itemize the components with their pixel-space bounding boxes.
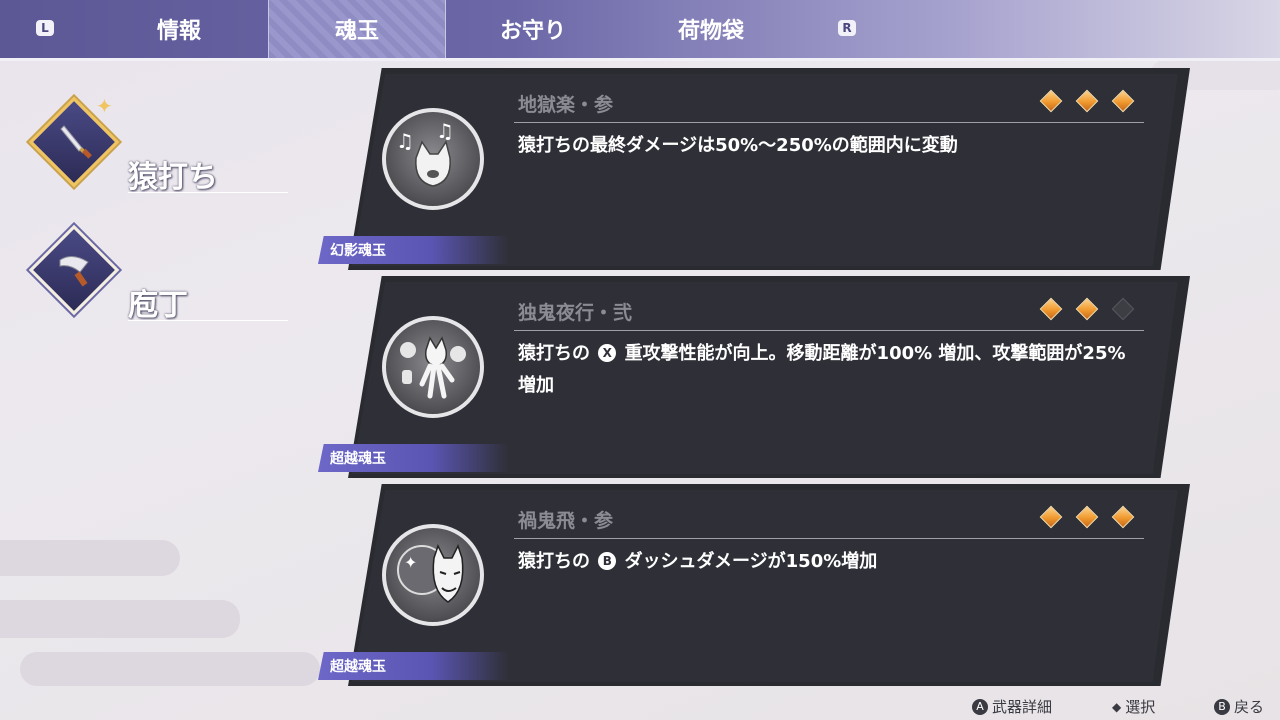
rating-gem-empty-icon xyxy=(1111,297,1135,321)
background-cloud xyxy=(0,600,240,638)
soul-jade-type-badge: 超越魂玉 xyxy=(318,652,508,680)
soul-jade-card[interactable]: ♫ ♫ 地獄楽・参 猿打ちの最終ダメージは50%～250%の範囲内に変動 幻影魂… xyxy=(318,68,1190,270)
footer-select[interactable]: ◆ 選択 xyxy=(1112,696,1155,717)
soul-jade-type-badge: 幻影魂玉 xyxy=(318,236,508,264)
cleaver-icon xyxy=(59,256,89,287)
dpad-updown-icon: ◆ xyxy=(1112,699,1122,714)
soul-jade-title: 独鬼夜行・弐 xyxy=(518,302,633,324)
footer-label: 戻る xyxy=(1234,698,1265,716)
music-cat-icon: ♫ ♫ xyxy=(382,108,484,210)
soul-jade-card[interactable]: 独鬼夜行・弐 猿打ちの X 重攻撃性能が向上。移動距離が100% 増加、攻撃範囲… xyxy=(318,276,1190,478)
weapon-item-houchou[interactable]: 庖丁 xyxy=(28,224,300,328)
weapon-item-saruuchi[interactable]: ✦ 猿打ち xyxy=(28,94,300,200)
tab-inventory[interactable]: 荷物袋 xyxy=(626,0,796,58)
b-button-icon: B xyxy=(1214,698,1230,715)
svg-text:♫: ♫ xyxy=(396,129,414,153)
katana-icon xyxy=(60,125,92,159)
soul-jade-card[interactable]: ✦ 禍鬼飛・参 猿打ちの B ダッシュダメージが150%増加 超越魂玉 xyxy=(318,484,1190,686)
description-text: ダッシュダメージが150%増加 xyxy=(624,551,878,572)
rating-gem-icon xyxy=(1075,89,1099,113)
weapon-underline xyxy=(128,192,288,193)
background-cloud xyxy=(20,652,320,686)
tab-info[interactable]: 情報 xyxy=(94,0,264,58)
rating-gem-icon xyxy=(1039,505,1063,529)
weapon-name: 猿打ち xyxy=(128,160,218,195)
soul-jade-title: 禍鬼飛・参 xyxy=(518,510,614,532)
title-divider xyxy=(514,330,1144,331)
r-button-icon[interactable]: R xyxy=(838,20,856,36)
rating-gem-icon xyxy=(1075,297,1099,321)
rating-gems xyxy=(1039,89,1135,113)
rating-gem-icon xyxy=(1039,297,1063,321)
footer-label: 武器詳細 xyxy=(992,698,1053,716)
l-button-icon[interactable]: L xyxy=(36,20,54,36)
description-text: 猿打ちの xyxy=(518,551,590,572)
rating-gem-icon xyxy=(1111,89,1135,113)
soul-jade-type-badge: 超越魂玉 xyxy=(318,444,508,472)
background-cloud xyxy=(0,540,180,576)
rating-gem-icon xyxy=(1075,505,1099,529)
top-tab-bar: L 情報 魂玉 お守り 荷物袋 R xyxy=(0,0,1280,61)
weapon-underline xyxy=(128,320,288,321)
soul-jade-description: 猿打ちの X 重攻撃性能が向上。移動距離が100% 増加、攻撃範囲が25% 増加 xyxy=(518,338,1138,402)
title-divider xyxy=(514,122,1144,123)
description-text: 猿打ちの最終ダメージは50%～250%の範囲内に変動 xyxy=(518,135,958,156)
rating-gem-icon xyxy=(1111,505,1135,529)
oni-mask-icon: ✦ xyxy=(382,524,484,626)
tab-charms[interactable]: お守り xyxy=(448,0,618,58)
lantern-cat-icon xyxy=(382,316,484,418)
footer-weapon-details[interactable]: A 武器詳細 xyxy=(972,696,1052,717)
soul-jade-title: 地獄楽・参 xyxy=(518,94,614,116)
footer-label: 選択 xyxy=(1125,698,1156,716)
title-divider xyxy=(514,538,1144,539)
soul-jade-description: 猿打ちの B ダッシュダメージが150%増加 xyxy=(518,546,1138,578)
x-button-icon: X xyxy=(598,344,617,362)
tab-soul-jade[interactable]: 魂玉 xyxy=(268,0,446,58)
svg-text:✦: ✦ xyxy=(404,553,417,572)
soul-jade-description: 猿打ちの最終ダメージは50%～250%の範囲内に変動 xyxy=(518,130,1138,162)
selected-spark-icon: ✦ xyxy=(96,94,113,118)
a-button-icon: A xyxy=(972,698,988,715)
b-button-icon: B xyxy=(598,552,617,570)
svg-text:♫: ♫ xyxy=(436,119,454,143)
weapon-name: 庖丁 xyxy=(128,288,188,323)
rating-gems xyxy=(1039,297,1135,321)
rating-gems xyxy=(1039,505,1135,529)
description-text: 猿打ちの xyxy=(518,343,590,364)
rating-gem-icon xyxy=(1039,89,1063,113)
footer-back[interactable]: B 戻る xyxy=(1214,696,1264,717)
